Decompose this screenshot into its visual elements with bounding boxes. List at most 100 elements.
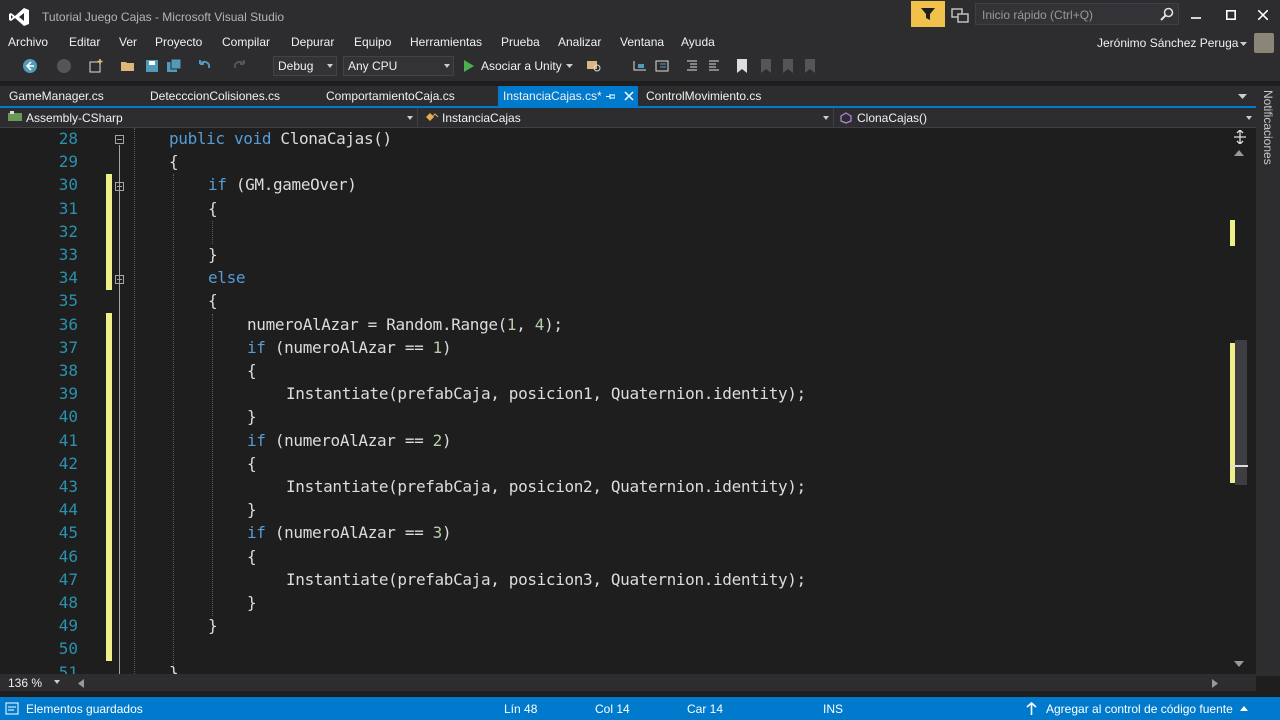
browse-icon[interactable] bbox=[586, 58, 602, 74]
menu-prueba[interactable]: Prueba bbox=[501, 35, 540, 49]
code-editor[interactable]: 28 public void ClonaCajas() 29 {30 if (GM.ga… bbox=[0, 128, 1228, 674]
tab-comportamientocaja[interactable]: ComportamientoCaja.cs bbox=[317, 86, 492, 106]
outdent-icon[interactable] bbox=[706, 58, 722, 74]
back-icon[interactable] bbox=[22, 58, 38, 74]
filter-icon[interactable] bbox=[911, 1, 945, 27]
indent-icon[interactable] bbox=[684, 58, 700, 74]
scroll-down-icon[interactable] bbox=[1234, 661, 1244, 667]
menu-proyecto[interactable]: Proyecto bbox=[155, 35, 202, 49]
code-line[interactable]: 44} bbox=[0, 499, 1228, 522]
line-number: 49 bbox=[58, 616, 78, 636]
menu-bar: Archivo Editar Ver Proyecto Compilar Dep… bbox=[0, 33, 1280, 53]
save-all-icon[interactable] bbox=[166, 58, 182, 74]
quick-launch-input[interactable]: Inicio rápido (Ctrl+Q) bbox=[975, 3, 1179, 25]
menu-archivo[interactable]: Archivo bbox=[8, 35, 48, 49]
code-line[interactable]: 43 Instantiate(prefabCaja, posicion2, Qua… bbox=[0, 476, 1228, 499]
class-name: InstanciaCajas bbox=[442, 111, 521, 125]
scroll-right-icon[interactable] bbox=[1212, 679, 1218, 688]
tab-instanciacajas[interactable]: InstanciaCajas.cs* bbox=[498, 86, 638, 106]
code-line[interactable]: 39 Instantiate(prefabCaja, posicion1, Qua… bbox=[0, 383, 1228, 406]
user-name[interactable]: Jerónimo Sánchez Peruga bbox=[1097, 36, 1238, 50]
navigation-bar: Assembly-CSharp InstanciaCajas ClonaCaja… bbox=[0, 108, 1256, 128]
menu-ventana[interactable]: Ventana bbox=[620, 35, 664, 49]
bookmark-icon[interactable] bbox=[734, 58, 750, 74]
feedback-icon[interactable] bbox=[950, 6, 970, 24]
member-dropdown[interactable]: ClonaCajas() bbox=[834, 108, 1256, 127]
new-project-icon[interactable] bbox=[88, 58, 104, 74]
next-bookmark-icon[interactable] bbox=[780, 58, 796, 74]
code-line[interactable]: 42 { bbox=[0, 453, 1228, 476]
code-line[interactable]: 30 if (GM.gameOver) bbox=[0, 174, 1228, 197]
avatar[interactable] bbox=[1254, 33, 1274, 53]
minimize-button[interactable] bbox=[1183, 6, 1209, 24]
code-line[interactable]: 40} bbox=[0, 406, 1228, 429]
code-text: public void ClonaCajas() bbox=[169, 129, 392, 148]
code-line[interactable]: 35 { bbox=[0, 290, 1228, 313]
output-icon[interactable] bbox=[5, 702, 19, 715]
platform-dropdown[interactable]: Any CPU bbox=[343, 56, 454, 76]
undo-icon[interactable] bbox=[196, 58, 212, 74]
open-file-icon[interactable] bbox=[120, 58, 136, 74]
code-line[interactable]: 33} bbox=[0, 244, 1228, 267]
close-icon[interactable] bbox=[624, 91, 634, 101]
forward-icon[interactable] bbox=[56, 58, 72, 74]
maximize-button[interactable] bbox=[1218, 6, 1244, 24]
code-line[interactable]: 47 Instantiate(prefabCaja, posicion3, Qua… bbox=[0, 569, 1228, 592]
code-line[interactable]: 31 { bbox=[0, 198, 1228, 221]
code-line[interactable]: 45 if (numeroAlAzar == 3) bbox=[0, 522, 1228, 545]
prev-bookmark-icon[interactable] bbox=[758, 58, 774, 74]
step-over-icon[interactable] bbox=[632, 58, 648, 74]
menu-herramientas[interactable]: Herramientas bbox=[410, 35, 482, 49]
menu-analizar[interactable]: Analizar bbox=[558, 35, 601, 49]
code-line[interactable]: 48} bbox=[0, 592, 1228, 615]
close-button[interactable] bbox=[1250, 6, 1276, 24]
code-line[interactable]: 37 if (numeroAlAzar == 1) bbox=[0, 337, 1228, 360]
tab-deteccioncolisiones[interactable]: DetecccionColisiones.cs bbox=[141, 86, 311, 106]
menu-equipo[interactable]: Equipo bbox=[354, 35, 391, 49]
code-line[interactable]: 29 { bbox=[0, 151, 1228, 174]
menu-depurar[interactable]: Depurar bbox=[291, 35, 334, 49]
menu-ver[interactable]: Ver bbox=[119, 35, 137, 49]
clear-bookmarks-icon[interactable] bbox=[802, 58, 818, 74]
line-number: 40 bbox=[58, 407, 78, 427]
tab-controlmovimiento[interactable]: ControlMovimiento.cs bbox=[637, 86, 787, 106]
code-line[interactable]: 49} bbox=[0, 615, 1228, 638]
code-line[interactable]: 38 { bbox=[0, 360, 1228, 383]
zoom-dropdown[interactable]: 136 % bbox=[4, 675, 64, 690]
code-line[interactable]: 46 { bbox=[0, 546, 1228, 569]
method-icon bbox=[840, 112, 852, 124]
redo-icon[interactable] bbox=[232, 58, 248, 74]
notifications-panel-tab[interactable]: Notificaciones bbox=[1256, 86, 1280, 676]
menu-ayuda[interactable]: Ayuda bbox=[681, 35, 715, 49]
scroll-thumb[interactable] bbox=[1235, 340, 1247, 485]
menu-editar[interactable]: Editar bbox=[69, 35, 100, 49]
tab-gamemanager[interactable]: GameManager.cs bbox=[0, 86, 130, 106]
attach-unity-button[interactable]: Asociar a Unity bbox=[460, 56, 576, 76]
code-line[interactable]: 34 else bbox=[0, 267, 1228, 290]
scroll-left-icon[interactable] bbox=[78, 679, 84, 688]
pin-icon[interactable] bbox=[606, 92, 615, 101]
code-line[interactable]: 51} bbox=[0, 662, 1228, 674]
chevron-down-icon[interactable] bbox=[1240, 42, 1247, 47]
tab-list-dropdown-icon[interactable] bbox=[1238, 94, 1247, 99]
line-number: 28 bbox=[58, 129, 78, 148]
scroll-up-icon[interactable] bbox=[1234, 150, 1244, 156]
line-number: 44 bbox=[58, 500, 78, 520]
vertical-scrollbar[interactable] bbox=[1228, 128, 1256, 674]
split-window-icon[interactable] bbox=[1233, 130, 1247, 144]
code-line[interactable]: 41 if (numeroAlAzar == 2) bbox=[0, 430, 1228, 453]
code-line[interactable]: 50 bbox=[0, 638, 1228, 661]
step-into-icon[interactable] bbox=[654, 58, 670, 74]
code-line[interactable]: 28 public void ClonaCajas() bbox=[0, 128, 1228, 151]
class-dropdown[interactable]: InstanciaCajas bbox=[418, 108, 834, 127]
code-line[interactable]: 32 bbox=[0, 221, 1228, 244]
code-text: } bbox=[247, 500, 257, 520]
save-icon[interactable] bbox=[144, 58, 160, 74]
project-dropdown[interactable]: Assembly-CSharp bbox=[0, 108, 418, 127]
attach-unity-label: Asociar a Unity bbox=[481, 59, 562, 73]
configuration-dropdown[interactable]: Debug bbox=[273, 56, 337, 76]
tab-label: GameManager.cs bbox=[9, 89, 104, 103]
add-to-source-control-button[interactable]: Agregar al control de código fuente bbox=[1046, 702, 1233, 716]
menu-compilar[interactable]: Compilar bbox=[222, 35, 270, 49]
code-line[interactable]: 36 numeroAlAzar = Random.Range(1, 4); bbox=[0, 314, 1228, 337]
